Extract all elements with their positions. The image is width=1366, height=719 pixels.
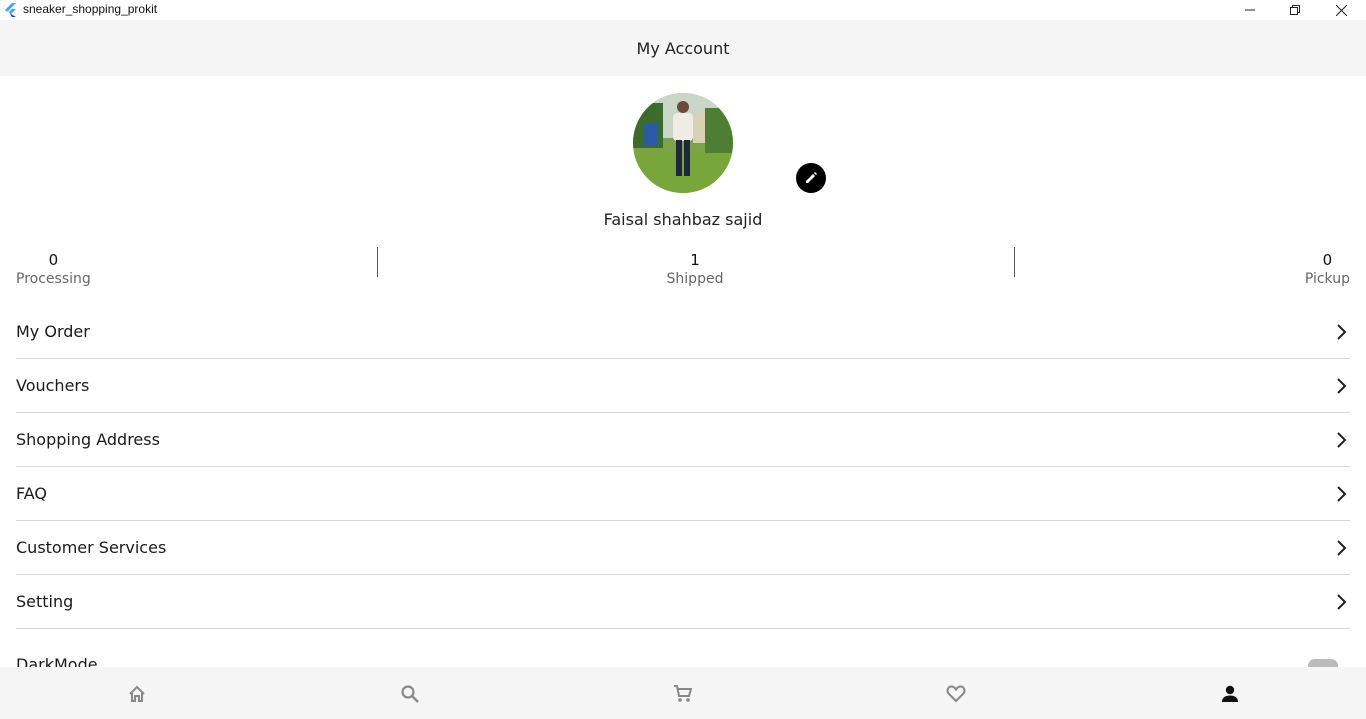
minimize-button[interactable] bbox=[1227, 0, 1273, 20]
person-icon bbox=[1222, 685, 1238, 702]
stat-pickup-count: 0 bbox=[1322, 251, 1333, 269]
stat-pickup[interactable]: 0 Pickup bbox=[1305, 251, 1350, 287]
menu-item-faq[interactable]: FAQ bbox=[16, 467, 1350, 521]
menu-item-my-order[interactable]: My Order bbox=[16, 305, 1350, 359]
stat-shipped-count: 1 bbox=[690, 251, 700, 269]
stat-divider bbox=[377, 247, 378, 277]
app-bar: My Account bbox=[0, 20, 1366, 76]
account-menu: My Order Vouchers Shopping Address FAQ C… bbox=[16, 305, 1350, 629]
chevron-right-icon bbox=[1337, 431, 1347, 448]
edit-profile-button[interactable] bbox=[796, 163, 826, 193]
menu-item-label: My Order bbox=[16, 322, 90, 341]
menu-item-label: FAQ bbox=[16, 484, 47, 503]
menu-item-label: Vouchers bbox=[16, 376, 90, 395]
stat-processing-label: Processing bbox=[16, 271, 91, 287]
chevron-right-icon bbox=[1337, 593, 1347, 610]
stat-processing[interactable]: 0 Processing bbox=[16, 251, 91, 287]
avatar bbox=[633, 93, 733, 193]
stat-processing-count: 0 bbox=[48, 251, 59, 269]
nav-cart[interactable] bbox=[672, 683, 694, 705]
cart-icon bbox=[674, 685, 693, 702]
minimize-icon bbox=[1245, 9, 1255, 11]
stat-divider bbox=[1014, 247, 1015, 277]
menu-item-label: Shopping Address bbox=[16, 430, 160, 449]
profile-name: Faisal shahbaz sajid bbox=[603, 210, 763, 229]
heart-icon bbox=[946, 685, 966, 703]
nav-home[interactable] bbox=[126, 683, 148, 705]
nav-search[interactable] bbox=[399, 683, 421, 705]
order-stats: 0 Processing 1 Shipped 0 Pickup bbox=[0, 245, 1366, 295]
stat-pickup-label: Pickup bbox=[1304, 271, 1350, 287]
window-title: sneaker_shopping_prokit bbox=[23, 2, 158, 16]
close-button[interactable] bbox=[1318, 0, 1364, 20]
chevron-right-icon bbox=[1337, 485, 1347, 502]
close-icon bbox=[1335, 4, 1347, 16]
restore-icon bbox=[1290, 5, 1300, 15]
menu-item-shopping-address[interactable]: Shopping Address bbox=[16, 413, 1350, 467]
menu-item-label: Customer Services bbox=[16, 538, 167, 557]
nav-wishlist[interactable] bbox=[945, 683, 967, 705]
flutter-logo-icon bbox=[5, 3, 16, 17]
page-title: My Account bbox=[636, 38, 730, 58]
menu-item-setting[interactable]: Setting bbox=[16, 575, 1350, 629]
avatar-photo bbox=[633, 93, 733, 193]
stat-shipped[interactable]: 1 Shipped bbox=[645, 251, 745, 287]
bottom-navigation bbox=[0, 667, 1366, 719]
chevron-right-icon bbox=[1337, 323, 1347, 340]
menu-item-label: Setting bbox=[16, 592, 74, 611]
chevron-right-icon bbox=[1337, 539, 1347, 556]
menu-item-customer-services[interactable]: Customer Services bbox=[16, 521, 1350, 575]
pencil-icon bbox=[806, 172, 817, 183]
nav-account[interactable] bbox=[1219, 683, 1241, 705]
home-icon bbox=[129, 685, 145, 702]
window-titlebar: sneaker_shopping_prokit bbox=[0, 0, 1366, 20]
stat-shipped-label: Shipped bbox=[666, 271, 724, 287]
restore-button[interactable] bbox=[1272, 0, 1318, 20]
chevron-right-icon bbox=[1337, 377, 1347, 394]
menu-item-vouchers[interactable]: Vouchers bbox=[16, 359, 1350, 413]
search-icon bbox=[401, 685, 419, 703]
